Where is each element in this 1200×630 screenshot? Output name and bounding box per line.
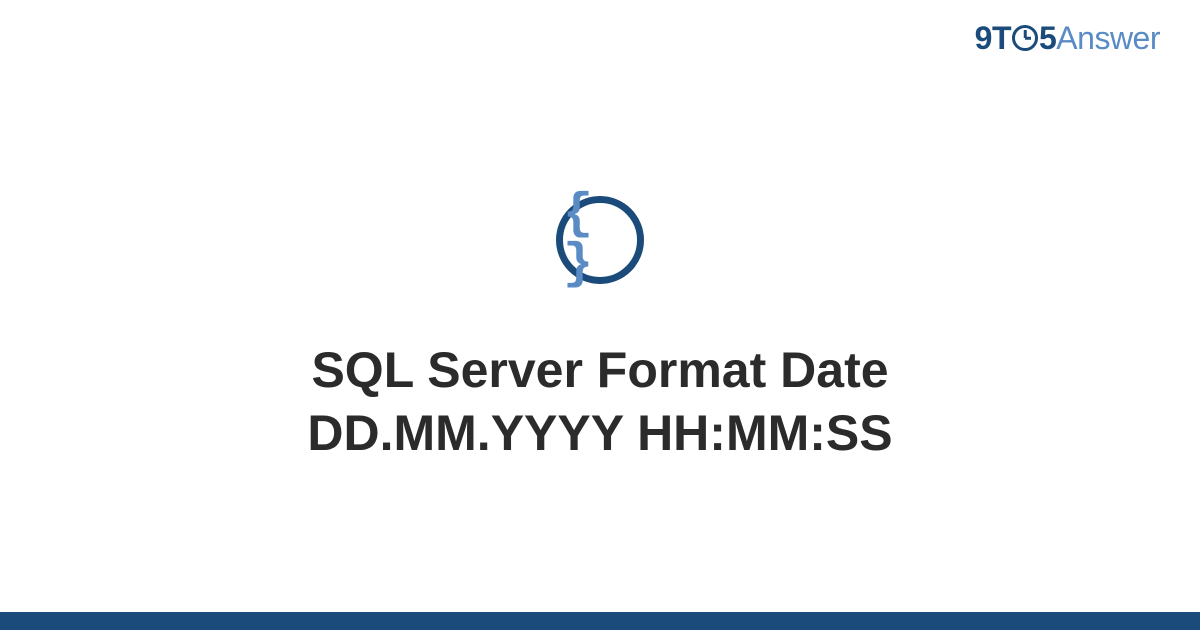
category-icon-circle: { } [556, 196, 644, 284]
title-line-1: SQL Server Format Date [311, 342, 888, 398]
code-braces-icon: { } [563, 190, 637, 290]
main-content: { } SQL Server Format Date DD.MM.YYYY HH… [0, 0, 1200, 630]
title-line-2: DD.MM.YYYY HH:MM:SS [307, 405, 892, 461]
page-title: SQL Server Format Date DD.MM.YYYY HH:MM:… [307, 339, 892, 464]
bottom-accent-bar [0, 612, 1200, 630]
